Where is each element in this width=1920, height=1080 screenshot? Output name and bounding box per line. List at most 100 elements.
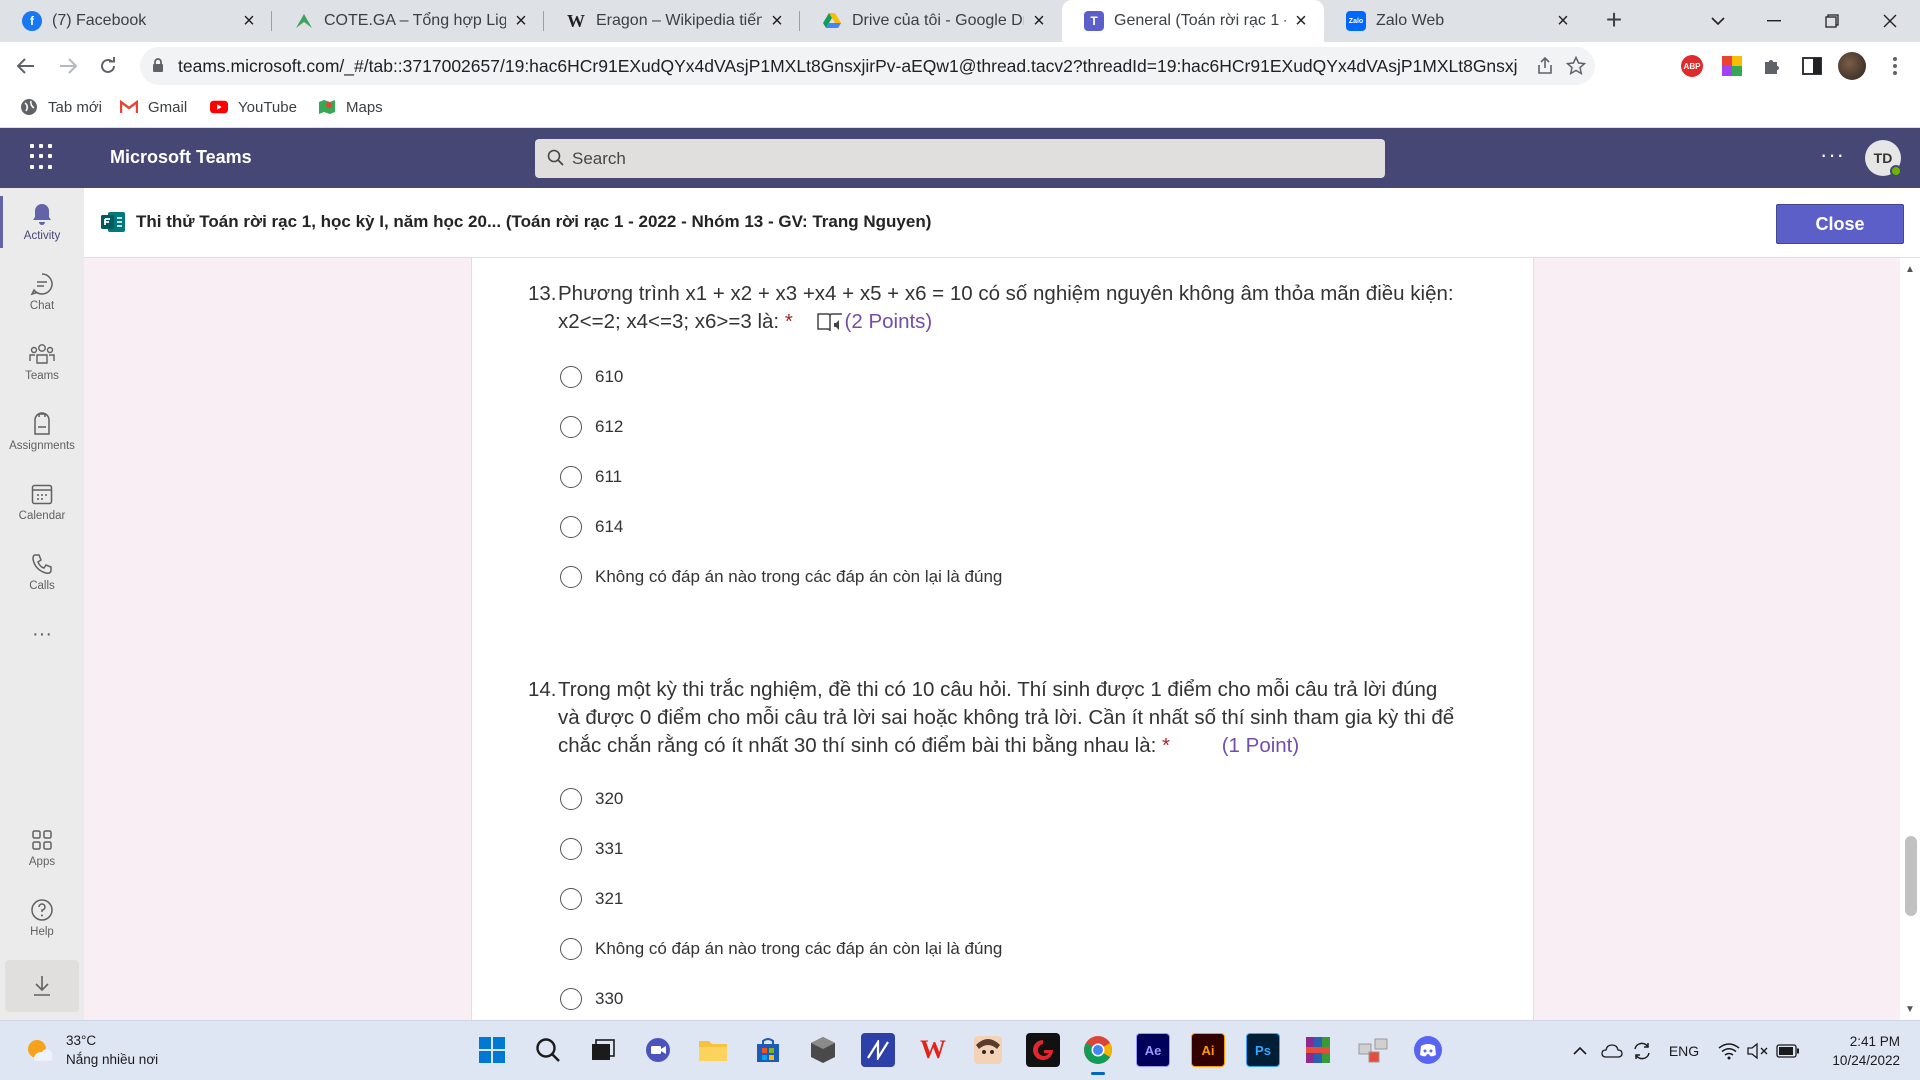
chrome-icon[interactable] bbox=[1081, 1033, 1115, 1075]
winrar-icon[interactable] bbox=[1301, 1033, 1335, 1067]
garena-icon[interactable] bbox=[1026, 1033, 1060, 1067]
radio-button[interactable] bbox=[560, 466, 582, 488]
radio-button[interactable] bbox=[560, 566, 582, 588]
radio-button[interactable] bbox=[560, 788, 582, 810]
language-indicator[interactable]: ENG bbox=[1664, 1039, 1704, 1063]
onedrive-cloud-icon[interactable] bbox=[1600, 1039, 1624, 1063]
rail-calls[interactable]: Calls bbox=[0, 542, 84, 604]
radio-button[interactable] bbox=[560, 416, 582, 438]
reload-button[interactable] bbox=[90, 48, 126, 84]
scroll-up-arrow-icon[interactable]: ▲ bbox=[1900, 264, 1920, 275]
color-extension-icon[interactable] bbox=[1717, 51, 1747, 81]
option-612[interactable]: 612 bbox=[560, 410, 623, 444]
network-app-icon[interactable] bbox=[1356, 1033, 1390, 1067]
rail-apps[interactable]: Apps bbox=[0, 818, 84, 880]
start-icon[interactable] bbox=[475, 1033, 509, 1067]
rail-assignments[interactable]: Assignments bbox=[0, 402, 84, 464]
radio-button[interactable] bbox=[560, 988, 582, 1010]
vscode-like-icon[interactable] bbox=[861, 1033, 895, 1067]
rail-calendar[interactable]: Calendar bbox=[0, 472, 84, 534]
discord-icon[interactable] bbox=[1411, 1033, 1445, 1067]
wps-icon[interactable]: W bbox=[916, 1033, 950, 1067]
search-input[interactable]: Search bbox=[535, 139, 1385, 178]
tab-google-drive[interactable]: Drive của tôi - Google Drive × bbox=[800, 0, 1062, 42]
tab-zalo[interactable]: Zalo Zalo Web × bbox=[1324, 0, 1586, 42]
option-611[interactable]: 611 bbox=[560, 460, 622, 494]
bookmark-youtube[interactable]: YouTube bbox=[210, 98, 297, 116]
new-tab-button[interactable]: + bbox=[1598, 5, 1630, 37]
sync-icon[interactable] bbox=[1630, 1039, 1654, 1063]
volume-muted-icon[interactable] bbox=[1746, 1039, 1770, 1063]
system-clock[interactable]: 2:41 PM 10/24/2022 bbox=[1800, 1032, 1900, 1070]
radio-button[interactable] bbox=[560, 516, 582, 538]
battery-icon[interactable] bbox=[1775, 1039, 1801, 1063]
option-331[interactable]: 331 bbox=[560, 832, 623, 866]
tab-close-icon[interactable]: × bbox=[512, 10, 530, 33]
tab-wikipedia[interactable]: W Eragon – Wikipedia tiếng Việt × bbox=[544, 0, 800, 42]
radio-button[interactable] bbox=[560, 838, 582, 860]
extensions-puzzle-icon[interactable] bbox=[1757, 51, 1787, 81]
rail-chat[interactable]: Chat bbox=[0, 262, 84, 324]
restore-button[interactable] bbox=[1804, 0, 1860, 42]
scrollbar-thumb[interactable] bbox=[1905, 836, 1917, 916]
photoshop-icon[interactable]: Ps bbox=[1246, 1033, 1280, 1067]
bookmark-gmail[interactable]: Gmail bbox=[120, 98, 187, 116]
after-effects-icon[interactable]: Ae bbox=[1136, 1033, 1170, 1067]
anime-app-icon[interactable] bbox=[971, 1033, 1005, 1067]
option-none-correct[interactable]: Không có đáp án nào trong các đáp án còn… bbox=[560, 560, 1002, 594]
chevron-up-icon[interactable] bbox=[1570, 1039, 1590, 1063]
option-none-correct[interactable]: Không có đáp án nào trong các đáp án còn… bbox=[560, 932, 1002, 966]
window-close-button[interactable] bbox=[1862, 0, 1918, 42]
task-view-icon[interactable] bbox=[586, 1033, 620, 1067]
weather-widget[interactable]: 33°C Nắng nhiều nơi bbox=[24, 1031, 158, 1069]
tab-close-icon[interactable]: × bbox=[1030, 10, 1048, 33]
radio-button[interactable] bbox=[560, 888, 582, 910]
adblock-icon[interactable]: ABP bbox=[1677, 51, 1707, 81]
option-330[interactable]: 330 bbox=[560, 982, 623, 1016]
side-panel-icon[interactable] bbox=[1797, 51, 1827, 81]
rail-help[interactable]: Help bbox=[0, 888, 84, 950]
option-321[interactable]: 321 bbox=[560, 882, 623, 916]
chrome-menu-icon[interactable] bbox=[1880, 51, 1910, 81]
illustrator-icon[interactable]: Ai bbox=[1191, 1033, 1225, 1067]
address-bar[interactable]: teams.microsoft.com/_#/tab::3717002657/1… bbox=[140, 47, 1595, 85]
close-button[interactable]: Close bbox=[1776, 204, 1904, 244]
tab-close-icon[interactable]: × bbox=[240, 10, 258, 33]
back-button[interactable] bbox=[8, 48, 44, 84]
forward-button[interactable] bbox=[50, 48, 86, 84]
scrollbar[interactable]: ▲ ▼ bbox=[1900, 258, 1920, 1020]
download-icon[interactable] bbox=[5, 960, 79, 1012]
tab-cote[interactable]: COTE.GA – Tổng hợp Light Novel × bbox=[272, 0, 544, 42]
search-icon[interactable] bbox=[531, 1033, 565, 1067]
bookmark-maps[interactable]: Maps bbox=[318, 98, 383, 116]
scroll-down-arrow-icon[interactable]: ▼ bbox=[1900, 1004, 1920, 1015]
rail-activity[interactable]: Activity bbox=[0, 192, 84, 254]
minimize-button[interactable] bbox=[1746, 0, 1802, 42]
immersive-reader-icon[interactable] bbox=[816, 311, 843, 341]
radio-button[interactable] bbox=[560, 366, 582, 388]
store-icon[interactable] bbox=[751, 1033, 785, 1067]
rail-more[interactable]: ··· bbox=[0, 612, 84, 674]
bookmark-star-icon[interactable] bbox=[1561, 51, 1591, 81]
avatar[interactable]: TD bbox=[1865, 140, 1902, 177]
tab-facebook[interactable]: f (7) Facebook × bbox=[0, 0, 272, 42]
radio-button[interactable] bbox=[560, 938, 582, 960]
more-options-button[interactable]: ··· bbox=[1820, 142, 1845, 168]
app-cube-icon[interactable] bbox=[806, 1033, 840, 1067]
meet-icon[interactable] bbox=[641, 1033, 675, 1067]
tab-close-icon[interactable]: × bbox=[768, 10, 786, 33]
share-icon[interactable] bbox=[1530, 51, 1560, 81]
option-610[interactable]: 610 bbox=[560, 360, 623, 394]
option-320[interactable]: 320 bbox=[560, 782, 623, 816]
app-launcher-icon[interactable] bbox=[30, 144, 56, 170]
profile-avatar-icon[interactable] bbox=[1837, 51, 1867, 81]
tab-teams-general[interactable]: T General (Toán rời rạc 1 - 2022 × bbox=[1062, 0, 1324, 42]
rail-teams[interactable]: Teams bbox=[0, 332, 84, 394]
tab-close-icon[interactable]: × bbox=[1554, 10, 1572, 33]
wifi-icon[interactable] bbox=[1717, 1039, 1741, 1063]
tab-search-chevron-icon[interactable] bbox=[1690, 0, 1746, 42]
bookmark-tab-moi[interactable]: Tab mới bbox=[20, 98, 102, 116]
tab-close-icon[interactable]: × bbox=[1292, 10, 1310, 33]
file-explorer-icon[interactable] bbox=[696, 1033, 730, 1067]
option-614[interactable]: 614 bbox=[560, 510, 623, 544]
